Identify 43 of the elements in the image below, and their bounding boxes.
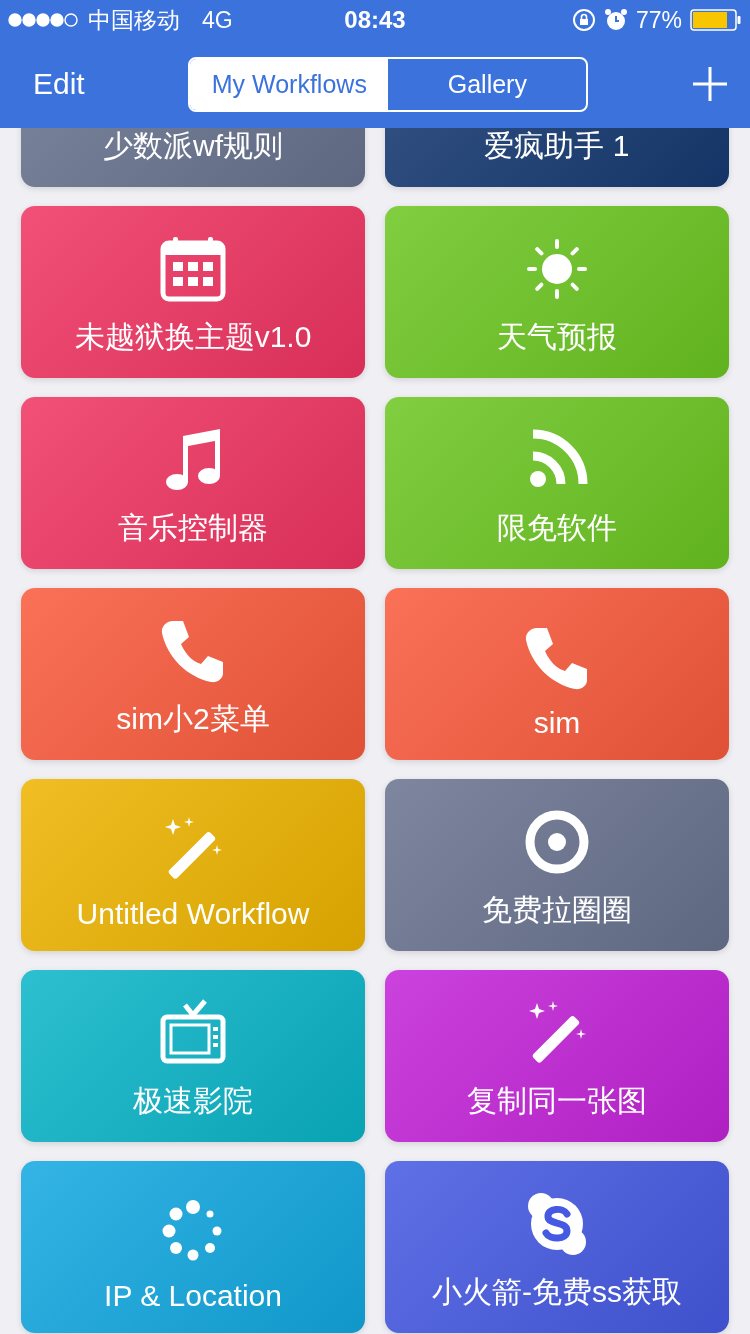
workflow-card[interactable]: 少数派wf规则 xyxy=(21,128,365,187)
workflow-card[interactable]: 限免软件 xyxy=(385,397,729,569)
workflow-card[interactable]: 爱疯助手 1 xyxy=(385,128,729,187)
workflow-card[interactable]: 小火箭-免费ss获取 xyxy=(385,1161,729,1333)
workflow-card[interactable]: 极速影院 xyxy=(21,970,365,1142)
battery-percentage: 77% xyxy=(635,6,682,34)
battery-icon xyxy=(690,9,742,31)
workflow-title: 音乐控制器 xyxy=(118,510,268,546)
workflow-title: IP & Location xyxy=(104,1279,282,1313)
alarm-clock-icon xyxy=(603,8,628,32)
workflow-title: 复制同一张图 xyxy=(467,1083,647,1119)
workflow-card[interactable]: IP & Location xyxy=(21,1161,365,1333)
tv-icon xyxy=(159,999,227,1067)
workflow-card[interactable]: 未越狱换主题v1.0 xyxy=(21,206,365,378)
workflow-title: 限免软件 xyxy=(497,510,617,546)
workflow-title: sim小2菜单 xyxy=(116,701,270,737)
workflow-title: 少数派wf规则 xyxy=(103,128,283,164)
workflow-title: 小火箭-免费ss获取 xyxy=(432,1274,682,1310)
segment-tab[interactable]: My Workflows xyxy=(190,58,389,110)
add-icon[interactable] xyxy=(692,66,728,102)
workflow-card[interactable]: 复制同一张图 xyxy=(385,970,729,1142)
edit-button[interactable]: Edit xyxy=(33,67,85,101)
workflow-title: 天气预报 xyxy=(497,319,617,355)
workflow-title: sim xyxy=(533,706,581,740)
workflow-card[interactable]: 音乐控制器 xyxy=(21,397,365,569)
workflow-title: 免费拉圈圈 xyxy=(482,892,632,928)
signal-strength-icon xyxy=(8,13,80,27)
status-time: 08:43 xyxy=(344,6,406,34)
network-type: 4G xyxy=(202,6,233,34)
workflow-title: 未越狱换主题v1.0 xyxy=(74,319,312,355)
workflow-card[interactable]: sim xyxy=(385,588,729,760)
workflow-card[interactable]: 天气预报 xyxy=(385,206,729,378)
workflow-card[interactable]: sim小2菜单 xyxy=(21,588,365,760)
segment-tab[interactable]: Gallery xyxy=(388,58,587,110)
workflow-title: 极速影院 xyxy=(133,1083,253,1119)
workflow-card[interactable]: Untitled Workflow xyxy=(21,779,365,951)
workflow-title: 爱疯助手 1 xyxy=(484,128,630,164)
target-icon xyxy=(523,808,591,876)
rotation-lock-icon xyxy=(571,8,596,32)
workflow-card[interactable]: 免费拉圈圈 xyxy=(385,779,729,951)
carrier-name: 中国移动 xyxy=(88,5,180,35)
calendar-icon xyxy=(159,235,227,303)
workflow-title: Untitled Workflow xyxy=(76,897,310,931)
